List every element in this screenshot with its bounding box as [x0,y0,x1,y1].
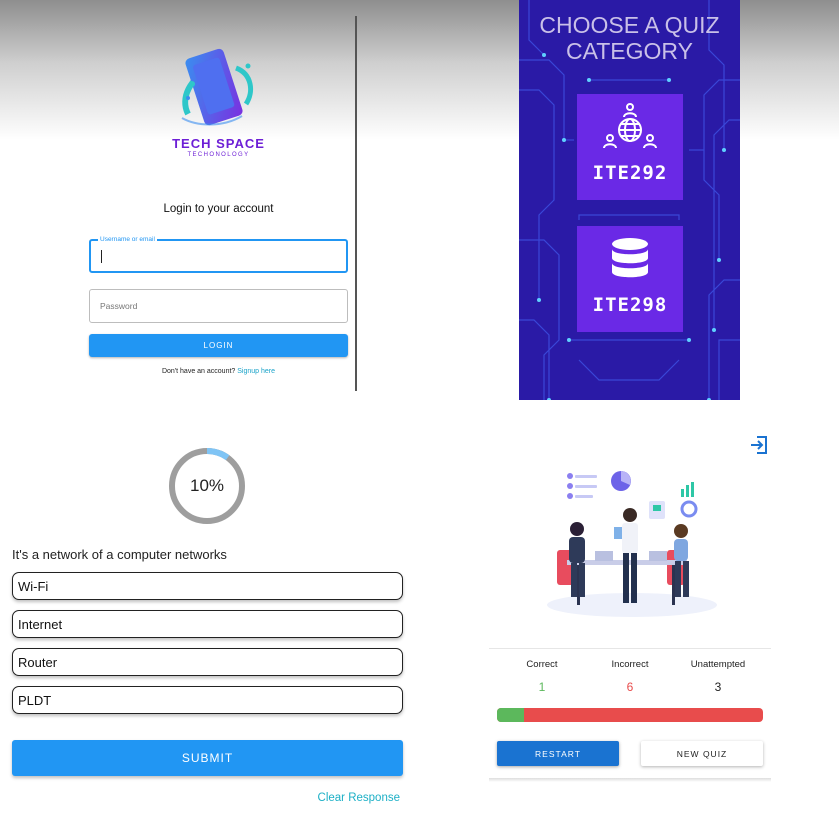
brand-tagline: TECHONOLOGY [187,152,250,158]
answer-option[interactable]: Wi-Fi [12,572,403,600]
correct-label: Correct [526,659,558,670]
password-field[interactable] [89,289,348,323]
score-bar [497,708,763,722]
login-button[interactable]: LOGIN [89,334,348,357]
answer-option[interactable]: Internet [12,610,403,638]
answer-option[interactable]: PLDT [12,686,403,714]
new-quiz-button[interactable]: NEW QUIZ [641,741,763,766]
username-field[interactable]: Username or email [89,236,348,273]
signup-prompt-text: Don't have an account? [161,368,236,375]
correct-count: 1 [538,680,546,694]
category-label: ITE292 [592,162,668,184]
category-title-line2: CATEGORY [566,38,693,64]
answer-option[interactable]: Router [12,648,403,676]
tech-space-logo [166,48,270,132]
brand-name: TECH SPACE [172,136,265,151]
team-illustration [547,471,717,617]
login-title: Login to your account [163,203,274,215]
login-screen: TECH SPACE TECHONOLOGY Login to your acc… [0,0,356,400]
category-title-line1: CHOOSE A QUIZ [539,12,720,38]
database-icon [612,238,648,278]
category-card-ite292[interactable]: ITE292 [577,94,683,200]
signup-prompt: Don't have an account? Signup here [89,368,348,375]
category-title: CHOOSE A QUIZ CATEGORY [519,12,740,64]
submit-button[interactable]: SUBMIT [12,740,403,776]
unattempted-count: 3 [714,680,722,694]
clear-response-link[interactable]: Clear Response [300,792,400,804]
password-input[interactable] [90,290,347,322]
text-cursor [101,250,102,263]
exit-icon[interactable] [749,435,769,455]
incorrect-label: Incorrect [611,659,649,670]
result-divider [489,648,771,649]
unattempted-label: Unattempted [690,659,746,670]
result-screen: Correct Incorrect Unattempted 1 6 3 REST… [487,410,777,817]
progress-percent: 10% [189,476,225,495]
category-label: ITE298 [592,294,668,316]
quiz-screen: 10% It's a network of a computer network… [0,410,415,817]
signup-link[interactable]: Signup here [237,368,275,375]
score-bar-correct-fill [497,708,524,722]
globe-network-icon [603,103,657,149]
category-screen: CHOOSE A QUIZ CATEGORY ITE292 ITE298 [519,0,740,400]
restart-button[interactable]: RESTART [497,741,619,766]
incorrect-count: 6 [626,680,634,694]
category-card-ite298[interactable]: ITE298 [577,226,683,332]
question-text: It's a network of a computer networks [12,547,227,562]
bottom-shadow [489,778,771,782]
panel-divider [355,16,357,391]
username-label: Username or email [98,236,157,243]
